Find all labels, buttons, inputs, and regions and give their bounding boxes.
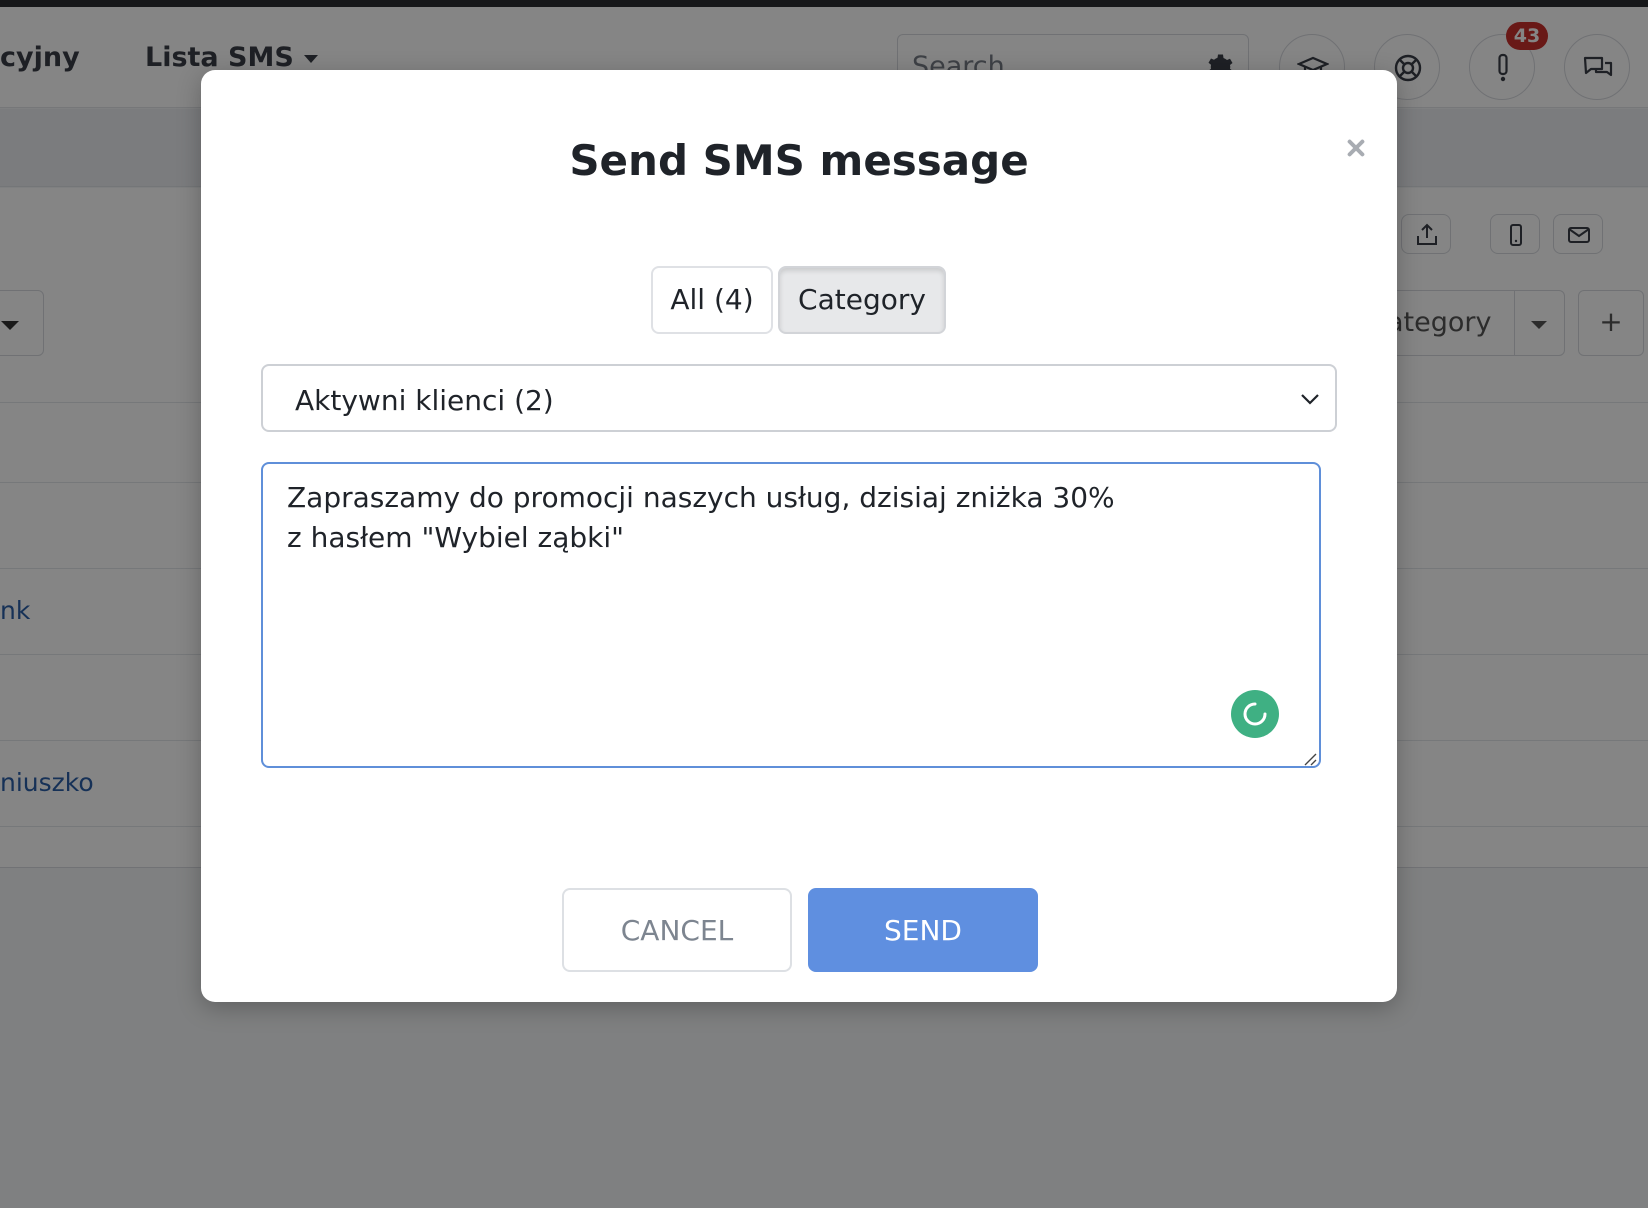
category-select[interactable]: Aktywni klienci (2) <box>261 364 1337 432</box>
tab-category[interactable]: Category <box>778 266 946 334</box>
send-sms-modal: Send SMS message All (4) Category Aktywn… <box>201 70 1397 1002</box>
grammar-check-icon[interactable] <box>1231 690 1279 738</box>
message-textarea[interactable]: Zapraszamy do promocji naszych usług, dz… <box>261 462 1321 768</box>
grammar-spinner-icon <box>1243 702 1267 726</box>
send-button[interactable]: SEND <box>808 888 1038 972</box>
category-select-value: Aktywni klienci (2) <box>295 384 554 417</box>
modal-title: Send SMS message <box>569 136 1029 185</box>
cancel-button[interactable]: CANCEL <box>562 888 792 972</box>
resize-handle-icon[interactable] <box>1301 750 1317 766</box>
chevron-down-icon <box>1301 394 1319 405</box>
tab-all[interactable]: All (4) <box>651 266 773 334</box>
